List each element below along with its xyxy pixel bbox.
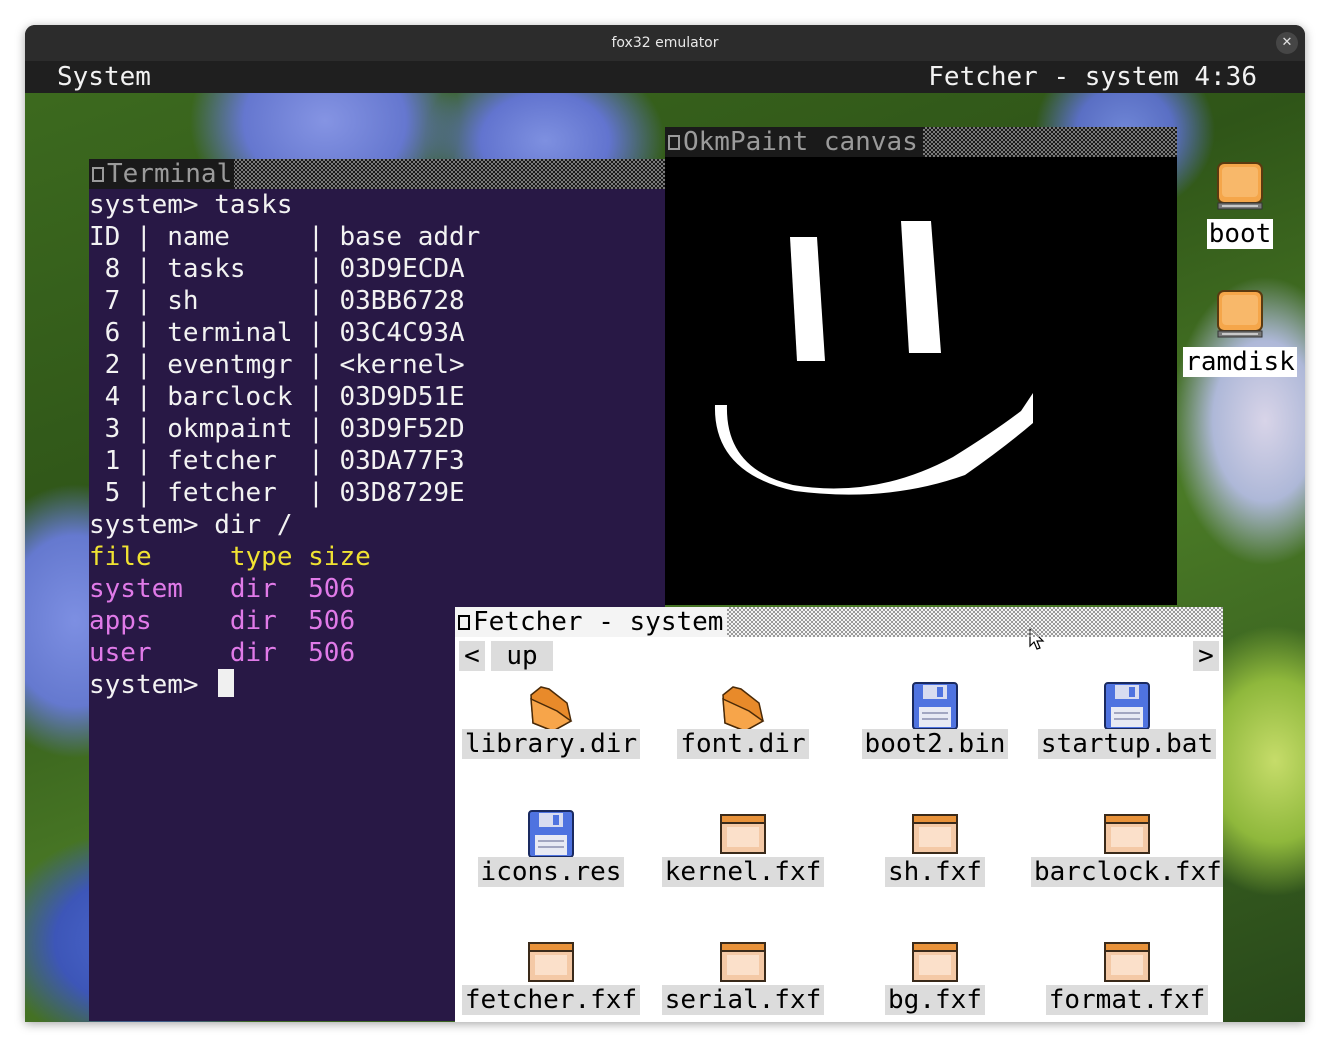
file-item-fetcher-fxf[interactable]: fetcher.fxf xyxy=(455,927,647,1022)
fox32-screen: System Fetcher - system 4:36 boot ramdis… xyxy=(25,61,1305,1022)
window-title: fox32 emulator xyxy=(611,35,719,51)
terminal-line: 2 | eventmgr | <kernel> xyxy=(89,350,465,380)
terminal-titlebar[interactable]: Terminal xyxy=(89,159,665,189)
app-window-icon xyxy=(720,942,766,982)
titlebar-drag-pattern xyxy=(923,127,1177,157)
app-window-icon xyxy=(912,942,958,982)
file-item-kernel-fxf[interactable]: kernel.fxf xyxy=(647,799,839,927)
file-label: startup.bat xyxy=(1037,729,1217,759)
terminal-line: 3 | okmpaint | 03D9F52D xyxy=(89,414,465,444)
paint-titlebar[interactable]: OkmPaint canvas xyxy=(665,127,1177,157)
file-label: library.dir xyxy=(461,729,641,759)
file-item-startup-bat[interactable]: startup.bat xyxy=(1031,671,1223,799)
drive-icon xyxy=(1217,290,1263,338)
text-cursor xyxy=(218,669,235,697)
forward-button[interactable]: > xyxy=(1193,641,1219,671)
file-label: font.dir xyxy=(677,729,809,759)
file-item-serial-fxf[interactable]: serial.fxf xyxy=(647,927,839,1022)
file-label: icons.res xyxy=(477,857,625,887)
file-label: barclock.fxf xyxy=(1031,857,1223,887)
file-item-boot2-bin[interactable]: boot2.bin xyxy=(839,671,1031,799)
emulator-window: fox32 emulator ✕ System Fetcher - system… xyxy=(25,25,1305,1022)
terminal-line: system> tasks xyxy=(89,190,293,220)
floppy-icon xyxy=(1104,682,1150,730)
file-item-format-fxf[interactable]: format.fxf xyxy=(1031,927,1223,1022)
terminal-line: 8 | tasks | 03D9ECDA xyxy=(89,254,465,284)
desktop-icon-label: boot xyxy=(1206,219,1274,249)
fetcher-close-box[interactable] xyxy=(458,615,470,630)
terminal-line: ID | name | base addr xyxy=(89,222,481,252)
file-label: kernel.fxf xyxy=(661,857,825,887)
file-label: serial.fxf xyxy=(661,985,825,1015)
close-icon[interactable]: ✕ xyxy=(1276,32,1298,54)
drawn-right-eye xyxy=(901,221,941,353)
drawn-left-eye xyxy=(790,237,825,361)
desktop-icon-label: ramdisk xyxy=(1183,347,1297,377)
file-label: format.fxf xyxy=(1045,985,1209,1015)
terminal-title: Terminal xyxy=(89,159,235,189)
paint-close-box[interactable] xyxy=(668,135,680,150)
app-window-icon xyxy=(720,814,766,854)
floppy-icon xyxy=(528,810,574,858)
paint-canvas[interactable] xyxy=(665,157,1177,605)
folder-icon xyxy=(530,686,573,732)
fetcher-title: Fetcher - system xyxy=(455,607,726,637)
drawn-smile xyxy=(714,393,1033,495)
terminal-line: 5 | fetcher | 03D8729E xyxy=(89,478,465,508)
system-menu[interactable]: System xyxy=(57,61,151,95)
titlebar-drag-pattern xyxy=(233,159,665,189)
paint-title: OkmPaint canvas xyxy=(665,127,920,157)
fetcher-titlebar[interactable]: Fetcher - system xyxy=(455,607,1223,637)
terminal-line: file type size xyxy=(89,542,371,572)
file-label: boot2.bin xyxy=(861,729,1009,759)
terminal-line: 1 | fetcher | 03DA77F3 xyxy=(89,446,465,476)
file-item-font-dir[interactable]: font.dir xyxy=(647,671,839,799)
app-window-icon xyxy=(912,814,958,854)
terminal-close-box[interactable] xyxy=(92,167,104,182)
file-label: sh.fxf xyxy=(885,857,985,887)
terminal-line: system> dir / xyxy=(89,510,293,540)
terminal-line: system dir 506 xyxy=(89,574,356,604)
terminal-line: 4 | barclock | 03D9D51E xyxy=(89,382,465,412)
app-window-icon xyxy=(528,942,574,982)
desktop-icon-boot[interactable]: boot xyxy=(1180,161,1300,271)
back-button[interactable]: < xyxy=(459,641,485,671)
app-window-icon xyxy=(1104,814,1150,854)
terminal-line: 6 | terminal | 03C4C93A xyxy=(89,318,465,348)
app-window-icon xyxy=(1104,942,1150,982)
drive-icon xyxy=(1217,162,1263,210)
folder-icon xyxy=(722,686,765,732)
menubar-status: Fetcher - system 4:36 xyxy=(928,62,1257,92)
file-item-barclock-fxf[interactable]: barclock.fxf xyxy=(1031,799,1223,927)
file-label: fetcher.fxf xyxy=(461,985,641,1015)
file-item-bg-fxf[interactable]: bg.fxf xyxy=(839,927,1031,1022)
fetcher-file-browser: < up > library.dir font.dir boot2.bin st… xyxy=(455,637,1223,1022)
terminal-prompt: system> xyxy=(89,670,215,700)
up-button[interactable]: up xyxy=(491,641,553,671)
file-item-sh-fxf[interactable]: sh.fxf xyxy=(839,799,1031,927)
window-titlebar[interactable]: fox32 emulator ✕ xyxy=(25,25,1305,61)
titlebar-drag-pattern xyxy=(727,607,1223,637)
smiley-drawing xyxy=(714,221,1033,495)
file-item-icons-res[interactable]: icons.res xyxy=(455,799,647,927)
file-item-library-dir[interactable]: library.dir xyxy=(455,671,647,799)
floppy-icon xyxy=(912,682,958,730)
terminal-line: 7 | sh | 03BB6728 xyxy=(89,286,465,316)
menu-bar: System Fetcher - system 4:36 xyxy=(25,61,1305,93)
desktop-icon-ramdisk[interactable]: ramdisk xyxy=(1180,289,1300,399)
file-label: bg.fxf xyxy=(885,985,985,1015)
